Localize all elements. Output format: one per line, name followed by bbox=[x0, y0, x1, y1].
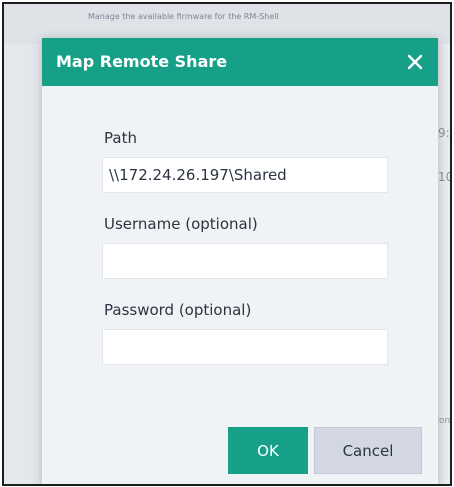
dialog-title-bar: Map Remote Share bbox=[42, 38, 438, 86]
password-input[interactable] bbox=[102, 329, 388, 365]
username-input[interactable] bbox=[102, 243, 388, 279]
background-subtitle: Manage the available firmware for the RM… bbox=[88, 12, 279, 21]
cancel-button[interactable]: Cancel bbox=[314, 427, 422, 474]
close-button[interactable] bbox=[400, 47, 430, 77]
username-label: Username (optional) bbox=[104, 215, 258, 233]
path-input[interactable] bbox=[102, 157, 388, 193]
ok-button[interactable]: OK bbox=[228, 427, 308, 474]
password-label: Password (optional) bbox=[104, 301, 252, 319]
close-icon bbox=[407, 54, 423, 70]
dialog-title: Map Remote Share bbox=[56, 52, 228, 71]
path-label: Path bbox=[104, 129, 137, 147]
background-sidebar bbox=[4, 44, 36, 484]
map-remote-share-dialog: Map Remote Share Path Username (optional… bbox=[42, 38, 438, 484]
app-window: Manage the available firmware for the RM… bbox=[2, 2, 452, 486]
